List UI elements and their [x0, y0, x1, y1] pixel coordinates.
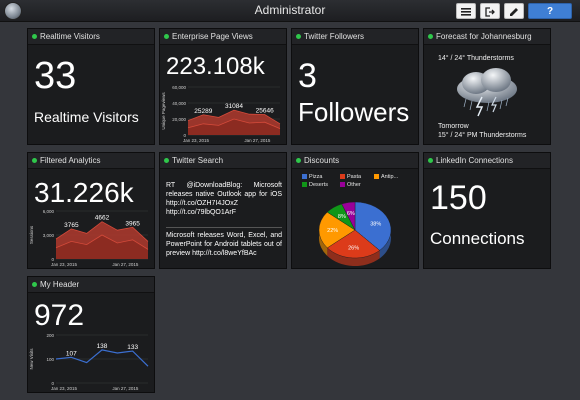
tile-filtered-analytics[interactable]: Filtered Analytics 31.226k 0 3,000 6,000 Se… [27, 152, 155, 269]
status-dot-icon [32, 282, 37, 287]
thunderstorm-cloud-icon [457, 68, 517, 117]
tile-enterprise-page-views[interactable]: Enterprise Page Views 223.108k 0 20,000 40… [159, 28, 287, 145]
top-bar: Administrator ? [0, 0, 580, 22]
legend-label: Deserts [309, 182, 328, 188]
tile-title: My Header [40, 280, 80, 289]
y-axis-label: Unique Pageviews [161, 92, 166, 130]
x-tick-label: Jan 27, 2015 [112, 262, 139, 267]
status-dot-icon [32, 34, 37, 39]
tweet-text[interactable]: RT @iDownloadBlog: Microsoft releases na… [166, 181, 282, 217]
metric-caption: Connections [430, 229, 525, 248]
tile-discounts[interactable]: Discounts Pizza Pasta Antip... Deserts Other… [291, 152, 419, 269]
forecast-tomorrow-label: Tomorrow [438, 123, 469, 130]
legend-swatch [302, 174, 307, 179]
logout-icon [485, 7, 495, 17]
data-label: 31084 [225, 103, 243, 110]
new-visits-line-chart: 0100200New Visits 107138 133Jan 23, 2015 Ja… [29, 333, 149, 391]
tile-title: LinkedIn Connections [436, 156, 513, 165]
status-dot-icon [164, 34, 169, 39]
slice-label: 22% [327, 228, 338, 234]
slice-label: 6% [347, 211, 355, 217]
tile-title: Enterprise Page Views [172, 32, 253, 41]
data-label: 133 [127, 344, 138, 351]
sessions-area-chart: 03,0006,000Sessions376546623965Jan 23, 2… [29, 209, 149, 267]
x-tick-label: Jan 23, 2015 [183, 138, 210, 143]
y-tick-label: 6,000 [43, 209, 55, 214]
y-tick-label: 20,000 [172, 117, 186, 122]
tile-realtime-visitors[interactable]: Realtime Visitors 33 Realtime Visitors [27, 28, 155, 145]
data-label: 4662 [95, 215, 110, 222]
forecast-tomorrow: 15° / 24° PM Thunderstorms [438, 132, 527, 139]
discounts-pie-chart: Pizza Pasta Antip... Deserts Other 38% 26% 22% 8… [302, 174, 399, 266]
legend-swatch [302, 182, 307, 187]
metric-caption: Realtime Visitors [34, 109, 139, 125]
tile-title: Realtime Visitors [40, 32, 100, 41]
status-dot-icon [164, 158, 169, 163]
logout-button[interactable] [480, 3, 500, 19]
menu-icon [461, 8, 471, 16]
x-tick-label: Jan 27, 2015 [244, 138, 271, 143]
legend-label: Other [347, 182, 361, 188]
data-label: 25646 [256, 107, 274, 114]
x-tick-label: Jan 23, 2015 [51, 386, 78, 391]
tile-title: Discounts [304, 156, 340, 165]
tile-title: Twitter Followers [304, 32, 365, 41]
metric-caption: Followers [298, 97, 410, 127]
tile-title: Filtered Analytics [40, 156, 101, 165]
y-axis-label: New Visits [29, 348, 34, 370]
data-label: 25289 [194, 108, 212, 115]
legend-label: Pasta [347, 174, 362, 180]
status-dot-icon [428, 34, 433, 39]
tile-twitter-followers[interactable]: Twitter Followers 3 Followers [291, 28, 419, 145]
y-tick-label: 40,000 [172, 101, 186, 106]
legend-swatch [340, 182, 345, 187]
edit-button[interactable] [504, 3, 524, 19]
x-tick-label: Jan 27, 2015 [112, 386, 139, 391]
status-dot-icon [296, 34, 301, 39]
metric-value: 223.108k [166, 53, 265, 80]
slice-label: 8% [338, 214, 346, 220]
menu-button[interactable] [456, 3, 476, 19]
status-dot-icon [428, 158, 433, 163]
metric-value: 3 [298, 57, 317, 95]
tile-my-header[interactable]: My Header 972 0 100 200 New Visits 107 138 133… [27, 276, 155, 393]
edit-icon [510, 8, 518, 16]
slice-label: 38% [370, 222, 381, 228]
tile-title: Twitter Search [172, 156, 224, 165]
y-axis-label: Sessions [29, 225, 34, 244]
legend-swatch [340, 174, 345, 179]
metric-value: 150 [430, 179, 487, 217]
tile-title: Forecast for Johannesburg [436, 32, 532, 41]
tile-twitter-search[interactable]: Twitter Search RT @iDownloadBlog: Micros… [159, 152, 287, 269]
data-label: 138 [97, 343, 108, 350]
slice-label: 26% [348, 245, 359, 251]
help-button[interactable]: ? [528, 3, 572, 19]
data-label: 3965 [125, 220, 140, 227]
status-dot-icon [32, 158, 37, 163]
legend-swatch [374, 174, 379, 179]
data-label: 107 [66, 350, 77, 357]
tile-linkedin-connections[interactable]: LinkedIn Connections 150 Connections [423, 152, 551, 269]
legend-label: Pizza [309, 174, 323, 180]
data-label: 3765 [64, 222, 79, 229]
metric-value: 972 [34, 299, 85, 332]
tweet-text[interactable]: Microsoft releases Word, Excel, and Powe… [166, 231, 282, 258]
forecast-today: 14° / 24° Thunderstorms [438, 55, 514, 62]
y-tick-label: 200 [46, 333, 54, 338]
page-views-area-chart: 020,00040,00060,000Unique Pageviews 25289… [161, 85, 281, 143]
x-tick-label: Jan 23, 2015 [51, 262, 78, 267]
divider [166, 227, 282, 228]
tile-forecast[interactable]: Forecast for Johannesburg 14° / 24° Thun… [423, 28, 551, 145]
metric-value: 33 [34, 55, 77, 97]
legend-label: Antip... [381, 174, 399, 180]
y-tick-label: 60,000 [172, 85, 186, 90]
status-dot-icon [296, 158, 301, 163]
y-tick-label: 100 [46, 357, 54, 362]
y-tick-label: 3,000 [43, 233, 55, 238]
